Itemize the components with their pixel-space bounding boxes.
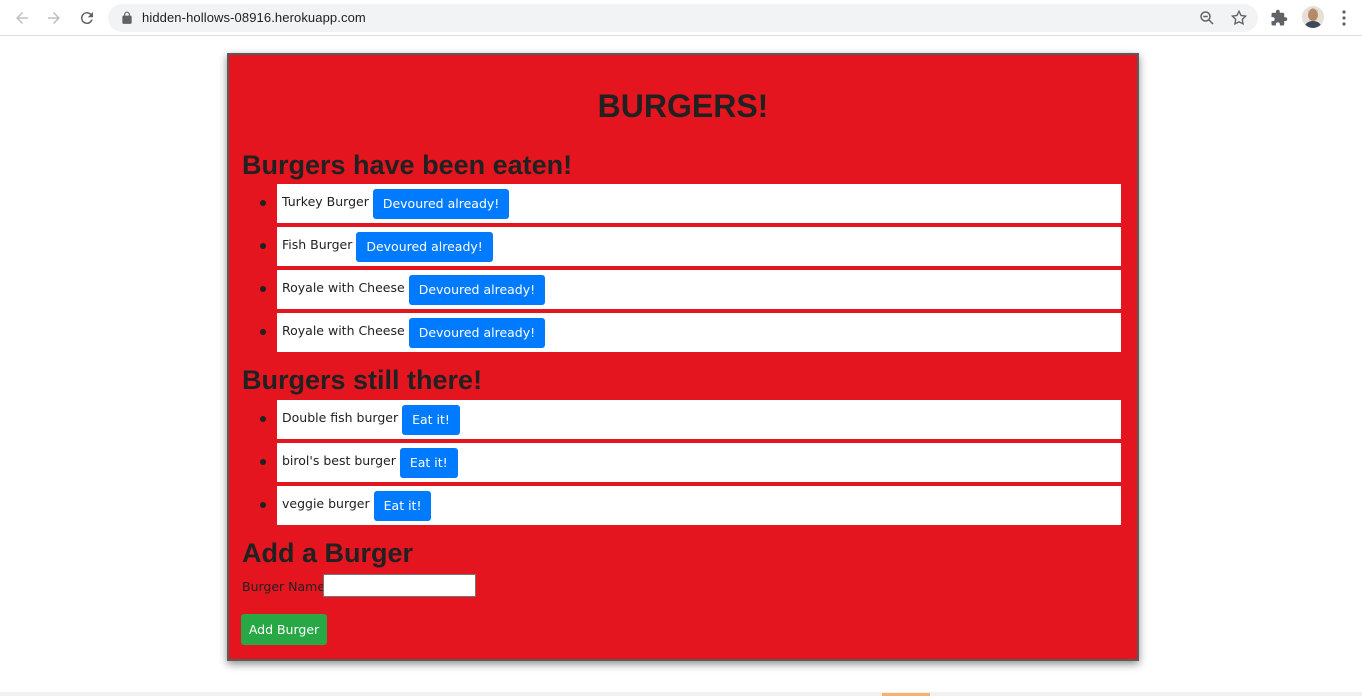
- burger-name: Turkey Burger: [282, 194, 369, 209]
- bottom-edge: [0, 692, 1362, 696]
- burger-name: Fish Burger: [282, 237, 353, 252]
- add-burger-heading: Add a Burger: [242, 538, 414, 568]
- browser-toolbar: hidden-hollows-08916.herokuapp.com: [0, 0, 1362, 36]
- forward-arrow-icon: [48, 12, 60, 24]
- eaten-heading: Burgers have been eaten!: [242, 150, 573, 180]
- profile-avatar[interactable]: [1302, 6, 1324, 28]
- browser-menu-icon[interactable]: [1336, 9, 1352, 27]
- bullet: [260, 329, 266, 335]
- list-item: Double fish burger Eat it!: [260, 400, 1121, 439]
- bullet: [260, 502, 266, 508]
- eaten-list: Turkey Burger Devoured already! Fish Bur…: [260, 184, 1121, 356]
- back-button[interactable]: [11, 7, 33, 29]
- burger-name: veggie burger: [282, 496, 370, 511]
- burger-name: Royale with Cheese: [282, 323, 405, 338]
- page-title: BURGERS!: [597, 88, 769, 124]
- burger-name-label: Burger Name:: [242, 579, 330, 594]
- burger-name: Double fish burger: [282, 410, 399, 425]
- burger-name-input[interactable]: [323, 574, 476, 597]
- remaining-heading: Burgers still there!: [242, 365, 483, 395]
- devoured-button[interactable]: Devoured already!: [372, 188, 510, 219]
- burger-panel: BURGERS! Burgers have been eaten! Turkey…: [227, 53, 1139, 661]
- remaining-list: Double fish burger Eat it! birol's best …: [260, 400, 1121, 529]
- bullet: [260, 416, 266, 422]
- reload-button[interactable]: [76, 7, 98, 29]
- forward-button[interactable]: [43, 7, 65, 29]
- devoured-button[interactable]: Devoured already!: [408, 317, 546, 348]
- burger-name: Royale with Cheese: [282, 280, 405, 295]
- address-bar[interactable]: hidden-hollows-08916.herokuapp.com: [108, 4, 1258, 32]
- list-item: birol's best burger Eat it!: [260, 443, 1121, 482]
- bullet: [260, 243, 266, 249]
- eat-it-button[interactable]: Eat it!: [373, 490, 432, 521]
- back-arrow-icon: [16, 12, 28, 24]
- list-item: Fish Burger Devoured already!: [260, 227, 1121, 266]
- add-burger-button[interactable]: Add Burger: [241, 614, 327, 645]
- lock-icon: [122, 11, 132, 24]
- bookmark-star-icon[interactable]: [1230, 9, 1248, 27]
- list-item: Turkey Burger Devoured already!: [260, 184, 1121, 223]
- bullet: [260, 200, 266, 206]
- bullet: [260, 459, 266, 465]
- url-text: hidden-hollows-08916.herokuapp.com: [142, 10, 366, 25]
- eat-it-button[interactable]: Eat it!: [402, 404, 460, 435]
- zoom-icon[interactable]: [1198, 9, 1216, 27]
- user-avatar-icon: [1302, 6, 1324, 28]
- devoured-button[interactable]: Devoured already!: [356, 231, 493, 262]
- bullet: [260, 286, 266, 292]
- reload-icon: [80, 12, 93, 25]
- burger-name: birol's best burger: [282, 453, 396, 468]
- list-item: Royale with Cheese Devoured already!: [260, 270, 1121, 309]
- list-item: veggie burger Eat it!: [260, 486, 1121, 525]
- eat-it-button[interactable]: Eat it!: [399, 447, 458, 478]
- extensions-icon[interactable]: [1270, 9, 1288, 27]
- devoured-button[interactable]: Devoured already!: [408, 274, 546, 305]
- list-item: Royale with Cheese Devoured already!: [260, 313, 1121, 352]
